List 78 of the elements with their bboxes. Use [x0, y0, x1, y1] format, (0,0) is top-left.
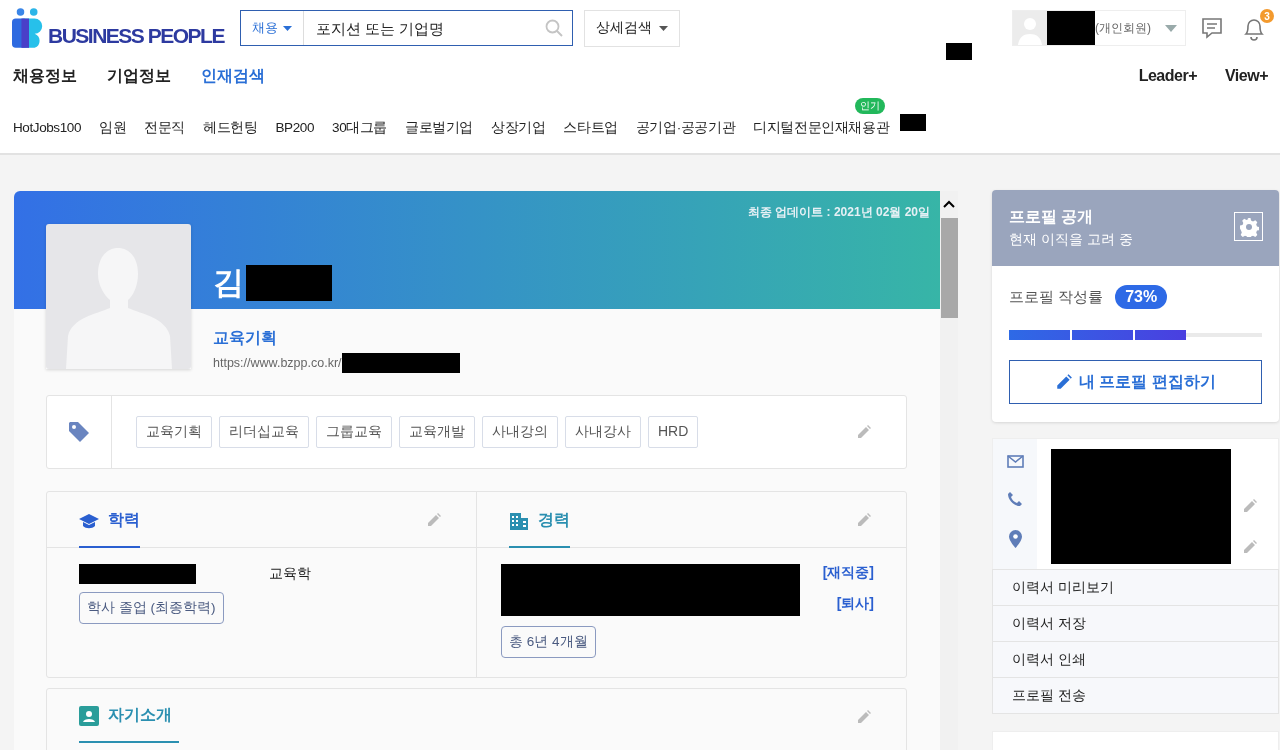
resume-action-item[interactable]: 이력서 미리보기	[993, 570, 1278, 606]
keyword-tag[interactable]: 리더십교육	[219, 416, 309, 448]
scroll-thumb[interactable]	[940, 218, 958, 318]
total-career-badge: 총 6년 4개월	[501, 626, 596, 658]
resume-action-item[interactable]: 이력서 저장	[993, 606, 1278, 642]
nav-tab[interactable]: 채용정보	[13, 65, 77, 87]
resume-action-item[interactable]: 프로필 전송	[993, 678, 1278, 713]
nav-tab[interactable]: 인재검색	[201, 65, 265, 87]
pencil-icon[interactable]	[1242, 498, 1258, 514]
keyword-tag[interactable]: 교육기획	[136, 416, 212, 448]
keyword-tag[interactable]: 교육개발	[399, 416, 475, 448]
nav-tab[interactable]: 기업정보	[107, 65, 171, 87]
category-link[interactable]: 스타트업	[563, 119, 618, 135]
nav-link[interactable]: View+	[1225, 67, 1268, 85]
pencil-icon[interactable]	[1242, 539, 1258, 555]
profile-name: 김	[213, 264, 244, 302]
notification-badge: 3	[1260, 9, 1274, 23]
category-link[interactable]: 디지털전문인재채용관	[753, 119, 890, 135]
panel-subtitle: 현재 이직을 고려 중	[1009, 231, 1133, 249]
settings-button[interactable]	[1234, 212, 1263, 241]
completion-badge: 73%	[1115, 285, 1168, 309]
category-link[interactable]: 공기업·공공기관	[635, 119, 736, 135]
avatar-icon	[1013, 11, 1047, 45]
pencil-icon[interactable]	[856, 424, 872, 440]
nav-link[interactable]: Leader+	[1138, 67, 1197, 85]
category-link[interactable]: 상장기업	[491, 119, 546, 135]
pencil-icon[interactable]	[426, 512, 442, 528]
employment-status: [퇴사]	[836, 595, 874, 613]
keyword-tag[interactable]: 사내강의	[482, 416, 558, 448]
employment-status: [재직중]	[822, 564, 874, 582]
redaction-block	[1047, 11, 1095, 45]
graduation-cap-icon	[79, 512, 99, 529]
completion-label: 프로필 작성률	[1009, 287, 1104, 307]
member-type: (개인회원)	[1095, 19, 1151, 37]
logo-text[interactable]: BUSINESS PEOPLE	[48, 24, 224, 48]
panel-title: 프로필 공개	[1009, 207, 1095, 227]
pencil-icon[interactable]	[856, 709, 872, 725]
detail-search-button[interactable]: 상세검색	[584, 9, 680, 47]
keyword-tag[interactable]: 사내강사	[565, 416, 641, 448]
keyword-tag[interactable]: 그룹교육	[316, 416, 392, 448]
category-link[interactable]: 30대그룹	[332, 119, 388, 135]
redaction-block	[946, 43, 972, 60]
popular-badge: 인기	[855, 97, 886, 114]
category-link[interactable]: BP200	[275, 120, 315, 135]
category-link[interactable]: 전문직	[144, 119, 186, 135]
user-menu[interactable]: (개인회원)	[1012, 10, 1186, 46]
major-text: 교육학	[269, 565, 311, 583]
mail-icon	[1006, 454, 1024, 468]
section-tab[interactable]: 경력	[509, 510, 570, 548]
settings-icon	[1238, 216, 1259, 237]
redaction-block	[900, 114, 926, 131]
category-link[interactable]: HotJobs100	[13, 120, 82, 135]
category-link[interactable]: 헤드헌팅	[203, 119, 258, 135]
edit-profile-button[interactable]: 내 프로필 편집하기	[1009, 360, 1262, 404]
pencil-icon[interactable]	[856, 512, 872, 528]
pencil-icon	[1055, 373, 1074, 391]
tag-icon	[67, 420, 91, 444]
resume-action-item[interactable]: 이력서 인쇄	[993, 642, 1278, 678]
profile-url[interactable]: https://www.bzpp.co.kr/	[213, 356, 342, 370]
category-link[interactable]: 글로벌기업	[405, 119, 474, 135]
section-tab[interactable]: 자기소개	[79, 705, 179, 743]
caret-icon	[1165, 24, 1177, 32]
section-tab[interactable]: 학력	[79, 510, 140, 548]
update-date: 최종 업데이트 : 2021년 02월 20일	[747, 204, 930, 221]
location-pin-icon	[1008, 529, 1022, 548]
keyword-tag[interactable]: HRD	[648, 416, 699, 448]
caret-icon	[659, 25, 668, 31]
building-icon	[509, 511, 529, 530]
degree-badge: 학사 졸업 (최종학력)	[79, 592, 224, 624]
caret-icon	[283, 25, 292, 31]
contact-card-icon	[79, 705, 99, 726]
search-field[interactable]: 채용 포지션 또는 기업명	[240, 10, 573, 46]
phone-icon	[1007, 490, 1023, 507]
category-link[interactable]: 임원	[99, 119, 127, 135]
search-icon[interactable]	[545, 19, 563, 37]
scroll-up-icon[interactable]	[943, 200, 955, 208]
job-title: 교육기획	[213, 328, 278, 348]
chat-icon[interactable]	[1200, 16, 1224, 40]
